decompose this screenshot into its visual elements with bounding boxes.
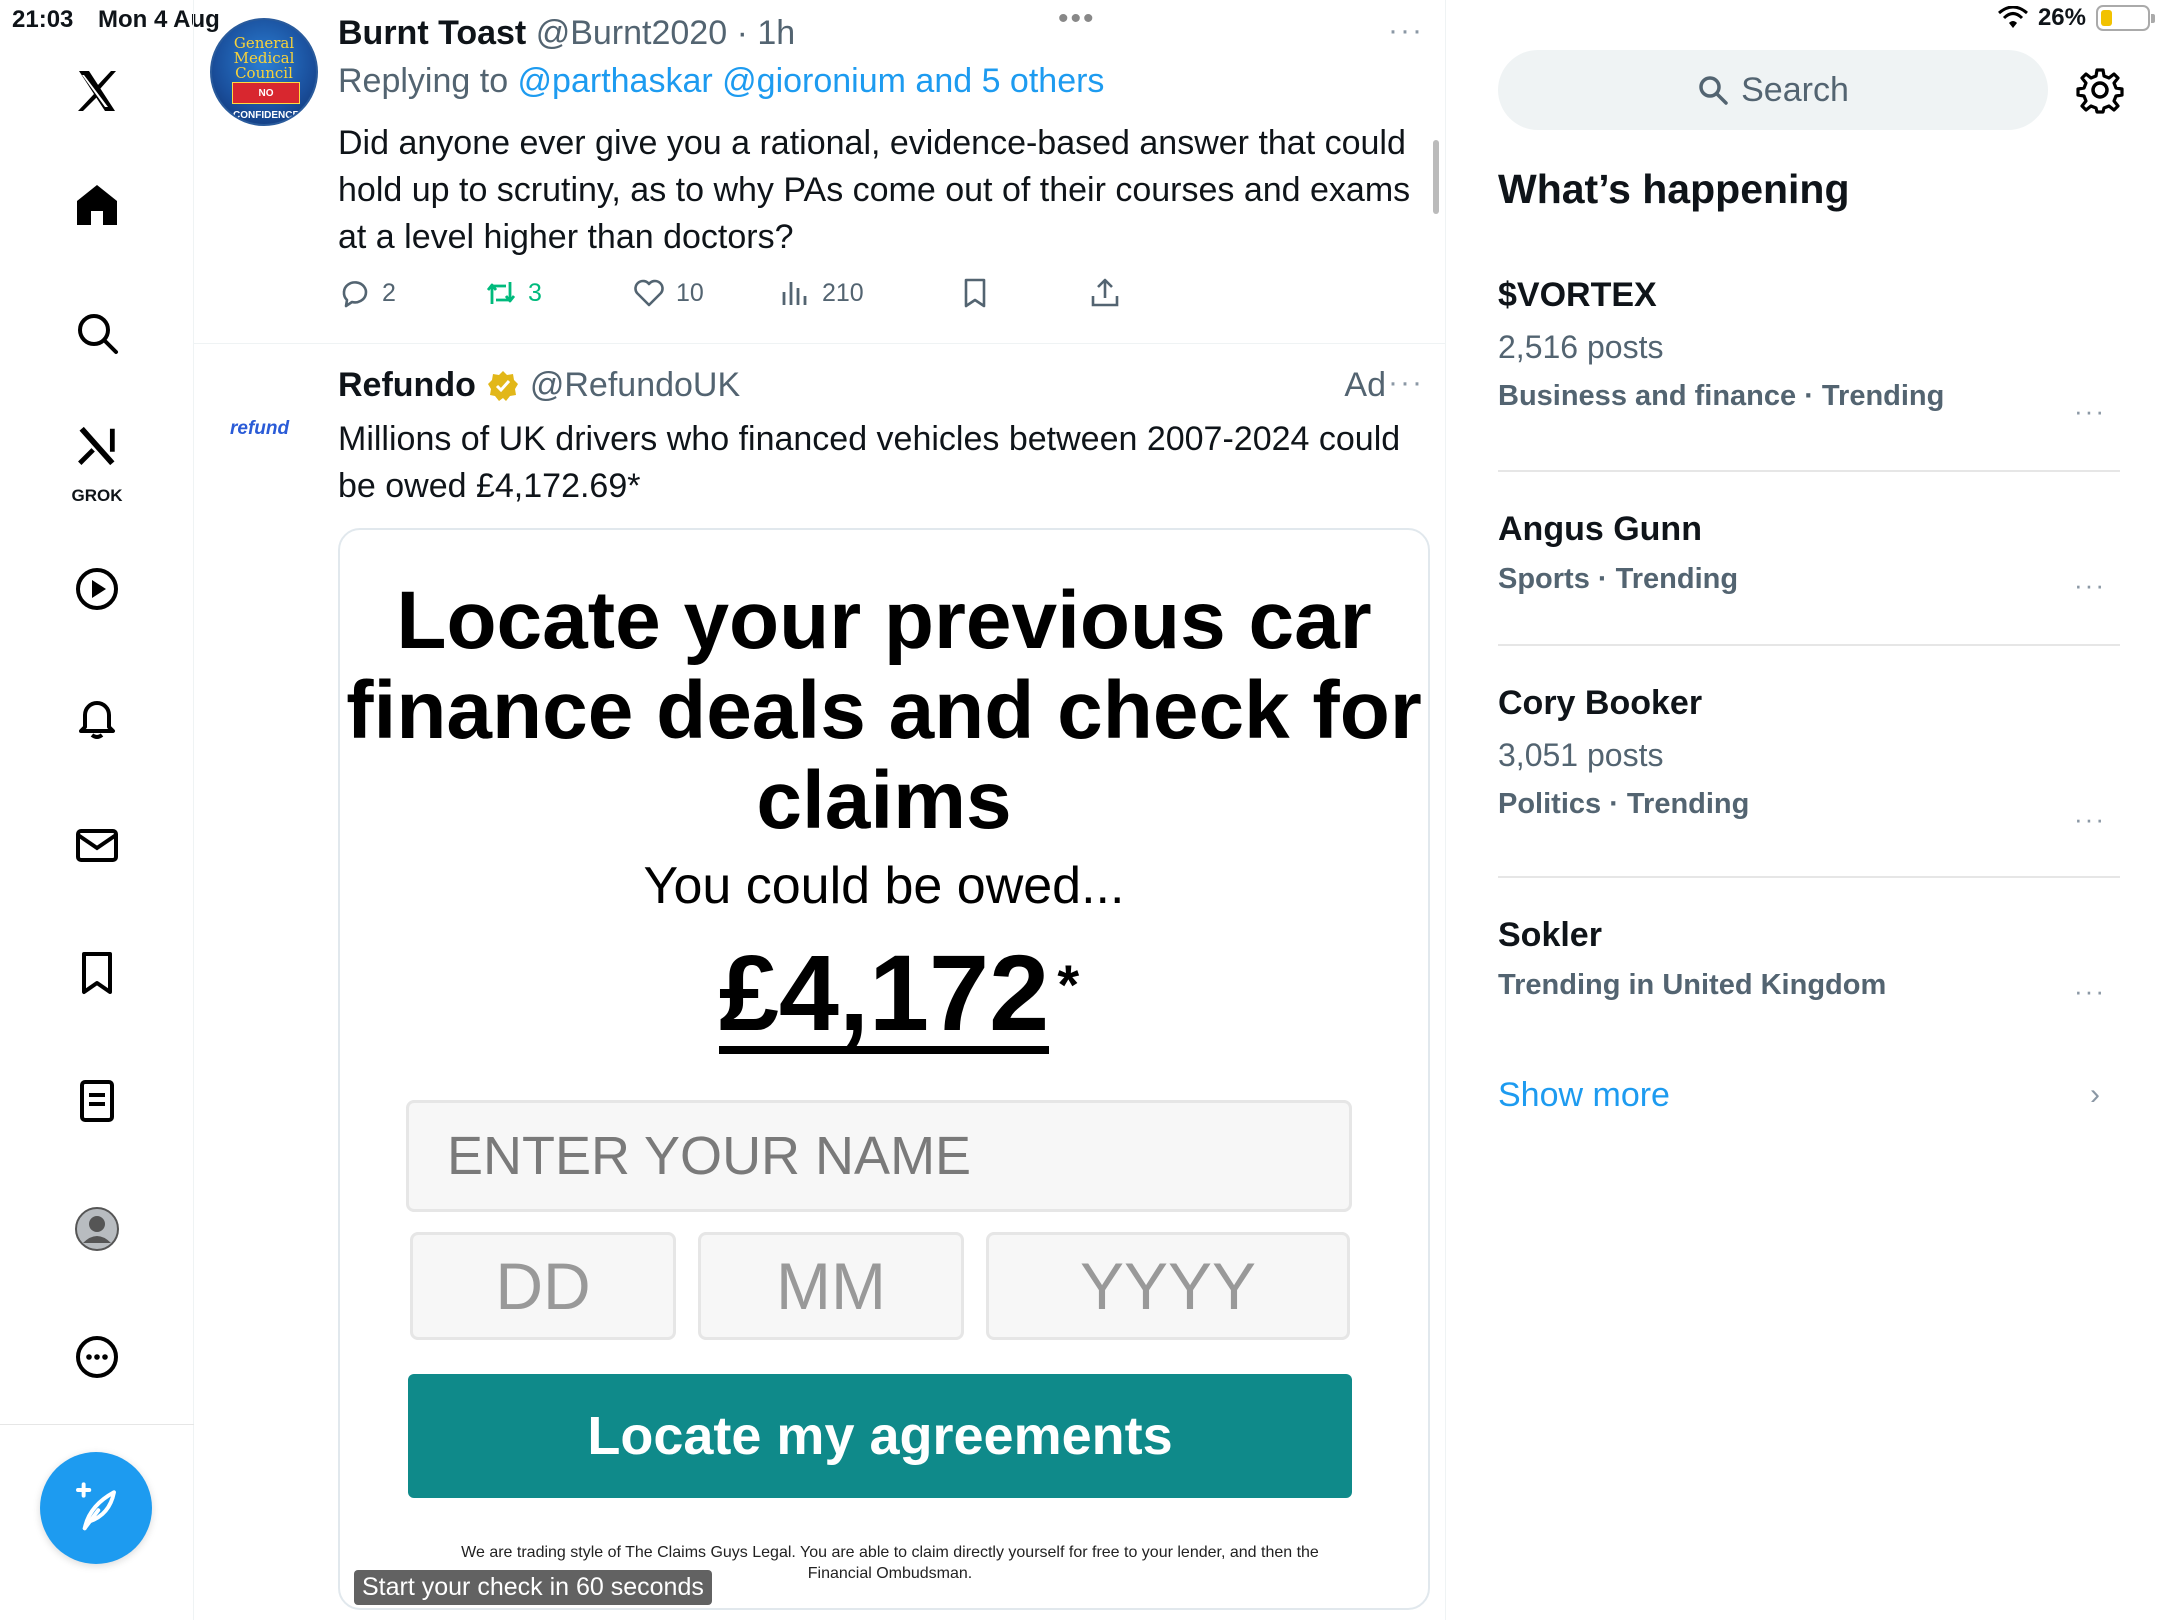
avatar-band-text: NO CONFIDENCE — [232, 82, 300, 121]
tweet[interactable]: General Medical Council NO CONFIDENCE Bu… — [194, 0, 1446, 344]
year-input[interactable]: YYYY — [986, 1232, 1350, 1340]
replying-to: Replying to @parthaskar @gioronium and 5… — [338, 62, 1104, 101]
trend-more-button[interactable]: ··· — [2074, 804, 2106, 835]
chevron-right-icon[interactable]: › — [2090, 1078, 2100, 1112]
settings-gear-icon[interactable] — [2076, 66, 2124, 114]
divider — [1498, 470, 2120, 472]
compose-post-button[interactable] — [40, 1452, 152, 1564]
tweet-actions: 2 3 10 210 — [338, 276, 1338, 316]
advertiser-logo[interactable]: refund — [230, 418, 289, 440]
lists-icon[interactable] — [52, 1056, 142, 1146]
share-icon — [1091, 278, 1119, 307]
trend-more-button[interactable]: ··· — [2074, 396, 2106, 427]
avatar[interactable]: General Medical Council NO CONFIDENCE — [210, 18, 318, 126]
avatar-logo-text: General Medical Council — [233, 34, 295, 82]
nav-divider — [0, 1424, 194, 1425]
ad-label: Ad — [1344, 366, 1386, 404]
ad-card[interactable]: Locate your previous car finance deals a… — [338, 528, 1430, 1610]
ad-caption-overlay: Start your check in 60 seconds — [354, 1570, 712, 1605]
trend-posts: 3,051 posts — [1498, 737, 1664, 773]
ad-header: Refundo @RefundoUK — [338, 366, 740, 405]
bookmark-button[interactable] — [958, 276, 992, 310]
trend-category: Business and finance · Trending — [1498, 380, 1945, 412]
divider — [1498, 644, 2120, 646]
amount-value: £4,172 — [718, 932, 1050, 1053]
like-count: 10 — [676, 278, 704, 307]
ad-more-button[interactable]: ··· — [1388, 366, 1424, 400]
author-handle[interactable]: @Burnt2020 — [536, 14, 727, 52]
day-input[interactable]: DD — [410, 1232, 676, 1340]
author-name[interactable]: Burnt Toast — [338, 14, 526, 52]
profile-avatar-icon[interactable] — [52, 1184, 142, 1274]
trend-item[interactable]: Angus Gunn Sports · Trending ··· — [1498, 510, 2120, 600]
timeline: General Medical Council NO CONFIDENCE Bu… — [194, 0, 1446, 1620]
retweet-count: 3 — [528, 278, 542, 307]
search-placeholder: Search — [1741, 70, 1849, 109]
reply-icon — [342, 281, 368, 308]
ad-card-amount: £4,172 * — [340, 930, 1428, 1055]
grok-label: GROK — [71, 486, 123, 505]
explore-search-icon[interactable] — [52, 288, 142, 378]
like-button[interactable]: 10 — [632, 276, 704, 310]
x-logo-icon[interactable] — [52, 46, 142, 136]
quill-plus-icon — [76, 1482, 116, 1531]
trend-posts: 2,516 posts — [1498, 329, 1664, 365]
trend-item[interactable]: Cory Booker 3,051 posts Politics · Trend… — [1498, 684, 2120, 834]
retweet-icon — [486, 282, 516, 304]
show-more-link[interactable]: Show more — [1498, 1076, 1670, 1115]
amount-asterisk: * — [1057, 953, 1080, 1016]
notifications-bell-icon[interactable] — [52, 672, 142, 762]
views-chart-icon — [782, 282, 807, 305]
tweet-header: Burnt Toast @Burnt2020 · 1h — [338, 14, 795, 53]
trend-item[interactable]: Sokler Trending in United Kingdom ··· — [1498, 916, 2120, 1006]
verified-badge-icon — [487, 370, 518, 401]
locate-agreements-button[interactable]: Locate my agreements — [408, 1374, 1352, 1498]
ad-tweet[interactable]: refund Refundo @RefundoUK Ad ··· Million… — [194, 344, 1446, 1620]
replying-users-link[interactable]: @parthaskar @gioronium and 5 others — [518, 62, 1105, 100]
left-nav: GROK — [0, 0, 194, 1620]
right-sidebar: Search What’s happening $VORTEX 2,516 po… — [1446, 0, 2160, 1620]
bookmark-icon — [964, 278, 986, 308]
divider — [1498, 876, 2120, 878]
ad-card-subtitle: You could be owed... — [643, 857, 1125, 915]
tweet-text: Did anyone ever give you a rational, evi… — [338, 124, 1411, 256]
trend-more-button[interactable]: ··· — [2074, 976, 2106, 1007]
trend-category: Politics · Trending — [1498, 788, 1750, 820]
whats-happening-heading: What’s happening — [1498, 166, 1850, 212]
trend-title: Angus Gunn — [1498, 510, 1702, 548]
name-input[interactable]: ENTER YOUR NAME — [406, 1100, 1352, 1212]
heart-icon — [634, 279, 664, 307]
trend-title: $VORTEX — [1498, 276, 1657, 314]
replying-prefix: Replying to — [338, 62, 518, 100]
bookmarks-icon[interactable] — [52, 928, 142, 1018]
grok-icon[interactable]: GROK — [52, 408, 142, 508]
tweet-time: · 1h — [736, 14, 796, 52]
trend-category: Sports · Trending — [1498, 563, 1739, 595]
tweet-more-button[interactable]: ··· — [1388, 14, 1424, 48]
ad-text: Millions of UK drivers who financed vehi… — [338, 420, 1401, 505]
month-input[interactable]: MM — [698, 1232, 964, 1340]
video-icon[interactable] — [52, 544, 142, 634]
reply-count: 2 — [382, 278, 396, 307]
messages-envelope-icon[interactable] — [52, 800, 142, 890]
trend-item[interactable]: $VORTEX 2,516 posts Business and finance… — [1498, 276, 2120, 426]
advertiser-handle[interactable]: @RefundoUK — [530, 366, 740, 405]
trend-title: Sokler — [1498, 916, 1602, 954]
home-icon[interactable] — [52, 160, 142, 250]
reply-button[interactable]: 2 — [338, 276, 396, 310]
trend-title: Cory Booker — [1498, 684, 1703, 722]
more-options-icon[interactable] — [52, 1312, 142, 1402]
search-input[interactable]: Search — [1498, 50, 2048, 130]
search-icon — [1699, 76, 1728, 105]
trend-category: Trending in United Kingdom — [1498, 969, 1887, 1001]
share-button[interactable] — [1088, 276, 1122, 310]
retweet-button[interactable]: 3 — [484, 276, 542, 310]
views-button[interactable]: 210 — [778, 276, 864, 310]
trend-more-button[interactable]: ··· — [2074, 570, 2106, 601]
advertiser-name[interactable]: Refundo — [338, 366, 476, 405]
views-count: 210 — [822, 278, 864, 307]
ad-card-headline: Locate your previous car finance deals a… — [346, 575, 1422, 846]
